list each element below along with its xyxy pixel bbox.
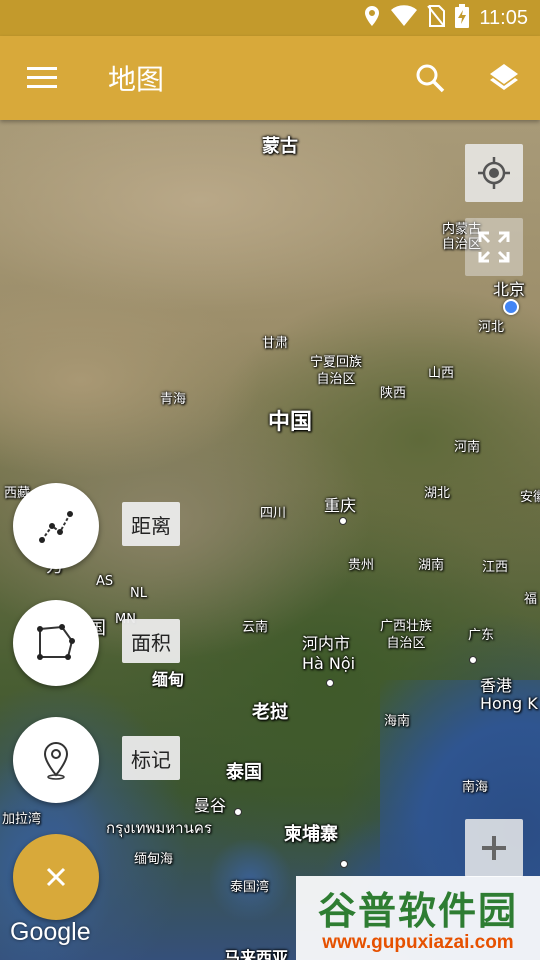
map-label: 陕西 bbox=[380, 386, 407, 401]
city-dot bbox=[469, 656, 477, 664]
map-label: 宁夏回族 自治区 bbox=[309, 355, 362, 387]
map-label: 安徽 bbox=[520, 490, 540, 505]
city-dot bbox=[339, 517, 347, 525]
map-label: 曼谷 bbox=[194, 796, 227, 815]
status-time: 11:05 bbox=[479, 6, 528, 29]
menu-button[interactable] bbox=[24, 62, 60, 94]
map-label: 中国 bbox=[268, 410, 313, 435]
map-label: 蒙古 bbox=[262, 136, 298, 157]
watermark-title: 谷普软件园 bbox=[317, 889, 518, 933]
location-icon bbox=[363, 5, 381, 31]
map-label: 柬埔寨 bbox=[284, 824, 338, 845]
map-label: 马来西亚 bbox=[224, 948, 289, 960]
map-label: 泰国湾 bbox=[230, 880, 270, 895]
map-label: 泰国 bbox=[226, 762, 262, 783]
screen: 11:05 地图 蒙古 内蒙古 自治区 北京 河北 甘肃 宁夏回族 自治区 山西… bbox=[0, 0, 540, 960]
map-label: 河内市 bbox=[302, 634, 351, 653]
map-label: 湖北 bbox=[424, 486, 451, 501]
map-label: 香港 bbox=[480, 676, 513, 695]
map-label: AS bbox=[96, 574, 114, 589]
pin-icon bbox=[43, 741, 69, 780]
distance-tool-label[interactable]: 距离 bbox=[122, 502, 180, 546]
plus-icon bbox=[482, 836, 506, 860]
fullscreen-button[interactable] bbox=[465, 218, 523, 276]
layers-button[interactable] bbox=[486, 60, 522, 96]
map-label: 江西 bbox=[482, 560, 509, 575]
map-label: 广西壮族 自治区 bbox=[379, 619, 432, 651]
map-label: 青海 bbox=[160, 392, 187, 407]
map-label: 广东 bbox=[468, 628, 495, 643]
marker-tool-label[interactable]: 标记 bbox=[122, 736, 180, 780]
map-label: 加拉湾 bbox=[2, 812, 42, 827]
marker-tool-button[interactable] bbox=[13, 717, 99, 803]
map-label: 贵州 bbox=[348, 558, 375, 573]
search-icon bbox=[416, 64, 445, 93]
map-label: กรุงเทพมหานคร bbox=[106, 819, 212, 837]
map-label: Hong K bbox=[480, 694, 538, 713]
map-label: 老挝 bbox=[252, 702, 288, 723]
watermark: 谷普软件园 www.gupuxiazai.com bbox=[296, 876, 540, 960]
map-label: 福 bbox=[524, 592, 538, 607]
google-attribution: Google bbox=[10, 918, 91, 946]
map-label: NL bbox=[130, 586, 147, 601]
map-label: 湖南 bbox=[418, 558, 445, 573]
battery-charging-icon bbox=[455, 4, 470, 32]
wifi-icon bbox=[391, 5, 418, 31]
city-dot bbox=[340, 860, 348, 868]
map-label: 甘肃 bbox=[262, 336, 289, 351]
city-dot bbox=[234, 808, 242, 816]
map-label: 重庆 bbox=[324, 496, 357, 515]
polygon-icon bbox=[37, 624, 75, 660]
distance-tool-button[interactable] bbox=[13, 483, 99, 569]
map-label: 海南 bbox=[384, 714, 411, 729]
current-location-marker bbox=[503, 299, 519, 315]
map-label: 山西 bbox=[428, 366, 455, 381]
map-label: 北京 bbox=[493, 280, 526, 299]
page-title: 地图 bbox=[108, 63, 165, 96]
zoom-in-button[interactable] bbox=[465, 819, 523, 877]
city-dot bbox=[326, 679, 334, 687]
map-label: 缅甸 bbox=[152, 670, 185, 689]
map-label: Hà Nội bbox=[302, 654, 356, 673]
crosshair-icon bbox=[478, 157, 510, 189]
close-fab[interactable] bbox=[13, 834, 99, 920]
layers-icon bbox=[490, 64, 518, 90]
watermark-url: www.gupuxiazai.com bbox=[322, 932, 514, 953]
map-label: 南海 bbox=[462, 780, 489, 795]
status-bar: 11:05 bbox=[0, 0, 540, 36]
app-bar: 地图 bbox=[0, 36, 540, 120]
map-label: 云南 bbox=[242, 620, 269, 635]
area-tool-button[interactable] bbox=[13, 600, 99, 686]
my-location-button[interactable] bbox=[465, 144, 523, 202]
area-tool-label[interactable]: 面积 bbox=[122, 619, 180, 663]
map-label: 四川 bbox=[260, 506, 287, 521]
map-label: 河南 bbox=[454, 440, 481, 455]
close-icon bbox=[46, 867, 66, 887]
map-label: 缅甸海 bbox=[134, 852, 174, 867]
menu-icon bbox=[27, 67, 57, 88]
search-button[interactable] bbox=[412, 60, 448, 96]
no-sim-icon bbox=[427, 5, 446, 31]
polyline-icon bbox=[39, 511, 73, 543]
fullscreen-icon bbox=[478, 231, 510, 263]
map-label: 河北 bbox=[478, 320, 505, 335]
